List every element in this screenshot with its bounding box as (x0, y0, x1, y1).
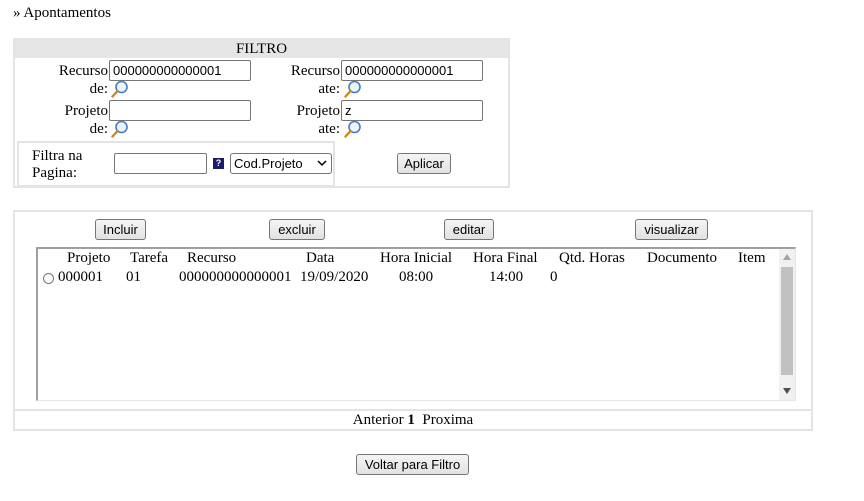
page-filter-input[interactable] (114, 153, 207, 174)
pager: Anterior 1 Proxima (15, 409, 811, 429)
incluir-button[interactable]: Incluir (95, 219, 146, 240)
scroll-up-icon[interactable] (783, 254, 791, 260)
magnifier-icon[interactable] (344, 120, 362, 138)
vertical-scrollbar[interactable] (779, 249, 795, 400)
cell-hora-inicial: 08:00 (399, 269, 434, 285)
recurso-ate-input[interactable] (341, 60, 483, 81)
column-header-projeto: Projeto (67, 250, 111, 266)
projeto-ate-label: Projeto ate: (296, 103, 340, 137)
pager-prev-link[interactable]: Anterior (353, 412, 404, 428)
filter-field-select[interactable]: Cod.Projeto (230, 153, 332, 174)
column-header-item: Item (738, 250, 766, 266)
magnifier-icon[interactable] (111, 80, 129, 98)
cell-recurso: 000000000000001 (179, 269, 292, 285)
column-header-documento: Documento (647, 250, 717, 266)
apply-button[interactable]: Aplicar (397, 153, 451, 174)
projeto-de-input[interactable] (109, 100, 251, 121)
back-to-filter-button[interactable]: Voltar para Filtro (356, 454, 469, 475)
help-icon[interactable]: ? (213, 158, 224, 169)
column-header-hora-final: Hora Final (473, 250, 538, 266)
filter-heading: FILTRO (15, 40, 508, 58)
cell-tarefa: 01 (126, 269, 141, 285)
page-title: » Apontamentos (13, 5, 111, 21)
recurso-de-label: Recurso de: (58, 63, 108, 97)
column-header-data: Data (306, 250, 335, 266)
recurso-ate-label: Recurso ate: (290, 63, 340, 97)
results-grid: Projeto Tarefa Recurso Data Hora Inicial… (36, 247, 796, 401)
chevron-down-icon (317, 160, 327, 167)
filter-panel: FILTRO Recurso de: Recurso ate: Projeto … (13, 38, 510, 188)
excluir-button[interactable]: excluir (269, 219, 325, 240)
filter-field-select-value: Cod.Projeto (234, 156, 303, 171)
page-filter-label: Filtra na Pagina: (32, 148, 83, 181)
column-header-recurso: Recurso (187, 250, 237, 266)
results-panel: Incluir excluir editar visualizar Projet… (13, 210, 813, 431)
cell-qtd-horas: 0 (550, 269, 558, 285)
cell-projeto: 000001 (58, 269, 103, 285)
projeto-ate-input[interactable] (341, 100, 483, 121)
pager-current-page: 1 (407, 412, 415, 428)
cell-hora-final: 14:00 (489, 269, 524, 285)
column-header-tarefa: Tarefa (130, 250, 169, 266)
page-filter-box: Filtra na Pagina: ? Cod.Projeto (17, 141, 335, 187)
magnifier-icon[interactable] (111, 120, 129, 138)
projeto-de-label: Projeto de: (64, 103, 108, 137)
pager-next-link[interactable]: Proxima (422, 412, 473, 428)
magnifier-icon[interactable] (344, 80, 362, 98)
row-select-radio[interactable] (43, 273, 54, 284)
visualizar-button[interactable]: visualizar (635, 219, 708, 240)
scroll-thumb[interactable] (781, 267, 793, 375)
scroll-down-icon[interactable] (783, 388, 791, 394)
recurso-de-input[interactable] (109, 60, 251, 81)
column-header-qtd-horas: Qtd. Horas (559, 250, 625, 266)
column-header-hora-inicial: Hora Inicial (380, 250, 453, 266)
cell-data: 19/09/2020 (300, 269, 369, 285)
editar-button[interactable]: editar (444, 219, 494, 240)
